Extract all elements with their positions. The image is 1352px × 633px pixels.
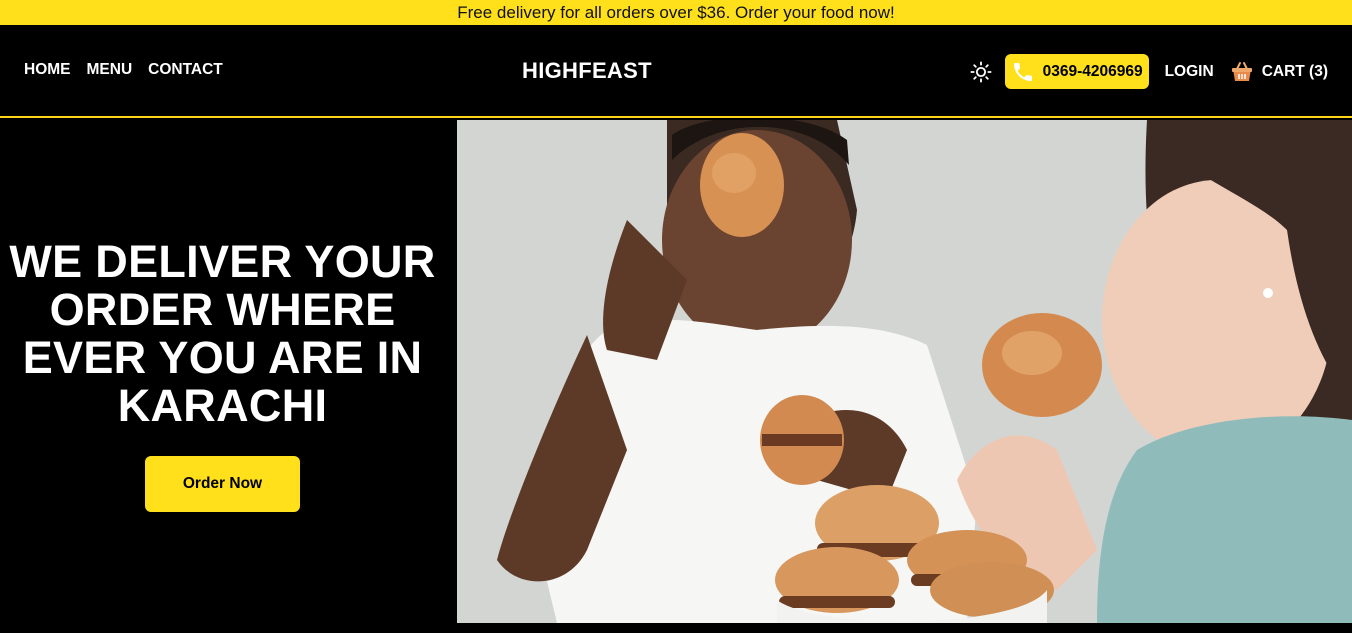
nav-actions: 0369-4206969 LOGIN CART (3) bbox=[969, 54, 1328, 89]
basket-icon bbox=[1231, 61, 1252, 81]
promo-text: Free delivery for all orders over $36. O… bbox=[457, 3, 895, 22]
main-nav: HOME MENU CONTACT bbox=[24, 61, 223, 79]
login-link[interactable]: LOGIN bbox=[1165, 63, 1214, 81]
hero-text-panel: WE DELIVER YOUR ORDER WHERE EVER YOU ARE… bbox=[0, 120, 457, 633]
hero-title: WE DELIVER YOUR ORDER WHERE EVER YOU ARE… bbox=[9, 236, 436, 431]
order-now-button[interactable]: Order Now bbox=[145, 456, 300, 512]
hero-image bbox=[457, 120, 1352, 623]
theme-toggle-button[interactable] bbox=[969, 60, 993, 84]
navbar: HOME MENU CONTACT HIGHFEAST 0369-4206969… bbox=[0, 25, 1352, 118]
brand-logo[interactable]: HIGHFEAST bbox=[522, 58, 652, 84]
promo-banner: Free delivery for all orders over $36. O… bbox=[0, 0, 1352, 25]
hero-photo-illustration bbox=[457, 120, 1352, 623]
nav-home[interactable]: HOME bbox=[24, 61, 71, 79]
nav-contact[interactable]: CONTACT bbox=[148, 61, 223, 79]
cart-button[interactable]: CART (3) bbox=[1230, 60, 1328, 84]
phone-icon bbox=[1009, 58, 1037, 86]
phone-button[interactable]: 0369-4206969 bbox=[1004, 54, 1149, 89]
nav-menu[interactable]: MENU bbox=[87, 61, 133, 79]
cart-label: CART (3) bbox=[1261, 62, 1328, 80]
phone-number: 0369-4206969 bbox=[1042, 62, 1143, 80]
sun-icon bbox=[970, 60, 992, 83]
